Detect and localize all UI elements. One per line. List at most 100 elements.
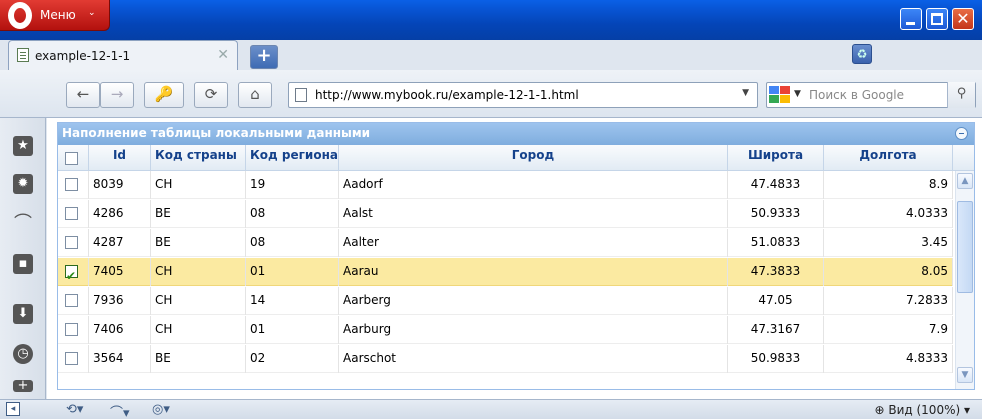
table-row[interactable]: 8039 CH 19 Aadorf 47.4833 8.9 bbox=[58, 171, 953, 199]
notes-icon[interactable]: ▪ bbox=[13, 254, 33, 274]
panel-toggle-icon[interactable]: ◂ bbox=[6, 402, 20, 416]
row-select-cell bbox=[58, 229, 89, 257]
menu-label: Меню bbox=[40, 8, 76, 22]
sync-icon[interactable]: ⟲▾ bbox=[66, 402, 83, 417]
column-header-latitude[interactable]: Широта bbox=[728, 145, 824, 171]
cell-region: 19 bbox=[246, 171, 339, 199]
address-bar[interactable]: http://www.mybook.ru/example-12-1-1.html… bbox=[288, 82, 758, 108]
cell-id: 7406 bbox=[89, 316, 151, 344]
cell-region: 08 bbox=[246, 229, 339, 257]
row-checkbox[interactable] bbox=[65, 352, 78, 365]
wand-key-button[interactable]: 🔑 bbox=[144, 82, 184, 108]
cell-longitude: 3.45 bbox=[824, 229, 953, 257]
unite-status-icon[interactable]: ⌒▾ bbox=[110, 402, 130, 419]
downloads-icon[interactable]: ⬇ bbox=[13, 304, 33, 324]
tab-example-12-1-1[interactable]: example-12-1-1 ✕ bbox=[8, 40, 238, 70]
row-select-cell bbox=[58, 258, 89, 286]
cell-region: 02 bbox=[246, 345, 339, 373]
cell-country: CH bbox=[151, 258, 246, 286]
forward-button[interactable]: → bbox=[100, 82, 134, 108]
chevron-down-icon: ▼ bbox=[794, 89, 801, 99]
row-checkbox[interactable] bbox=[65, 207, 78, 220]
cell-id: 4287 bbox=[89, 229, 151, 257]
select-all-checkbox[interactable] bbox=[65, 152, 78, 165]
column-header-id[interactable]: Id bbox=[89, 145, 151, 171]
search-engine-selector[interactable]: ▼ bbox=[769, 86, 803, 104]
reload-button[interactable]: ⟳ bbox=[194, 82, 228, 108]
select-all-header bbox=[58, 145, 89, 171]
column-header-region[interactable]: Код региона bbox=[246, 145, 339, 171]
table-row[interactable]: 4286 BE 08 Aalst 50.9333 4.0333 bbox=[58, 200, 953, 228]
grid-body: 8039 CH 19 Aadorf 47.4833 8.9 4286 BE 08… bbox=[58, 171, 974, 389]
row-select-cell bbox=[58, 287, 89, 315]
cell-longitude: 7.9 bbox=[824, 316, 953, 344]
scrollbar-thumb[interactable] bbox=[957, 201, 973, 293]
bookmarks-icon[interactable]: ★ bbox=[13, 136, 33, 156]
column-header-longitude[interactable]: Долгота bbox=[824, 145, 953, 171]
home-button[interactable]: ⌂ bbox=[238, 82, 272, 108]
history-icon[interactable]: ◷ bbox=[13, 344, 33, 364]
cell-latitude: 47.4833 bbox=[728, 171, 824, 199]
cell-city: Aarburg bbox=[339, 316, 728, 344]
page-icon bbox=[17, 48, 29, 62]
zoom-indicator[interactable]: ⊕ Вид (100%) ▾ bbox=[874, 403, 970, 417]
unite-icon[interactable]: ⌒ bbox=[13, 214, 33, 234]
tab-close-icon[interactable]: ✕ bbox=[217, 47, 229, 63]
cell-latitude: 51.0833 bbox=[728, 229, 824, 257]
row-select-cell bbox=[58, 316, 89, 344]
cell-country: BE bbox=[151, 229, 246, 257]
status-bar: ◂ ⟲▾ ⌒▾ ◎▾ ⊕ Вид (100%) ▾ bbox=[0, 399, 982, 419]
cell-city: Aadorf bbox=[339, 171, 728, 199]
table-row[interactable]: 4287 BE 08 Aalter 51.0833 3.45 bbox=[58, 229, 953, 257]
table-row-selected[interactable]: 7405 CH 01 Aarau 47.3833 8.05 bbox=[58, 258, 953, 286]
search-icon[interactable]: ⚲ bbox=[947, 82, 975, 108]
row-checkbox-checked[interactable] bbox=[65, 263, 78, 286]
address-text[interactable]: http://www.mybook.ru/example-12-1-1.html bbox=[315, 88, 579, 102]
cell-city: Aalter bbox=[339, 229, 728, 257]
address-dropdown-icon[interactable]: ▼ bbox=[742, 88, 749, 98]
row-select-cell bbox=[58, 200, 89, 228]
close-window-button[interactable]: ✕ bbox=[952, 8, 974, 30]
search-placeholder: Поиск в Google bbox=[809, 88, 905, 102]
cell-region: 14 bbox=[246, 287, 339, 315]
cell-region: 08 bbox=[246, 200, 339, 228]
tab-title: example-12-1-1 bbox=[35, 49, 131, 63]
widgets-icon[interactable]: ✹ bbox=[13, 174, 33, 194]
panel-add-icon[interactable]: + bbox=[13, 379, 33, 392]
row-checkbox[interactable] bbox=[65, 294, 78, 307]
cell-city: Aarschot bbox=[339, 345, 728, 373]
row-checkbox[interactable] bbox=[65, 178, 78, 191]
cell-latitude: 47.3833 bbox=[728, 258, 824, 286]
collapse-icon[interactable] bbox=[955, 127, 968, 140]
back-button[interactable]: ← bbox=[66, 82, 100, 108]
row-checkbox[interactable] bbox=[65, 236, 78, 249]
scroll-down-button[interactable]: ▼ bbox=[957, 367, 973, 383]
cell-longitude: 8.9 bbox=[824, 171, 953, 199]
table-row[interactable]: 3564 BE 02 Aarschot 50.9833 4.8333 bbox=[58, 345, 953, 373]
column-header-country[interactable]: Код страны bbox=[151, 145, 246, 171]
table-row[interactable]: 7406 CH 01 Aarburg 47.3167 7.9 bbox=[58, 316, 953, 344]
data-grid: Наполнение таблицы локальными данными Id… bbox=[57, 122, 975, 390]
cell-longitude: 7.2833 bbox=[824, 287, 953, 315]
grid-header: Id Код страны Код региона Город Широта Д… bbox=[58, 145, 974, 171]
column-header-city[interactable]: Город bbox=[339, 145, 728, 171]
grid-title: Наполнение таблицы локальными данными bbox=[62, 126, 371, 140]
row-checkbox[interactable] bbox=[65, 323, 78, 336]
table-row[interactable]: 7936 CH 14 Aarberg 47.05 7.2833 bbox=[58, 287, 953, 315]
zoom-label: Вид (100%) bbox=[888, 403, 961, 417]
page-icon bbox=[295, 88, 307, 102]
cell-longitude: 4.0333 bbox=[824, 200, 953, 228]
vertical-scrollbar[interactable]: ▲ ▼ bbox=[955, 171, 974, 389]
scroll-up-button[interactable]: ▲ bbox=[957, 173, 973, 189]
minimize-button[interactable] bbox=[900, 8, 922, 30]
new-tab-button[interactable]: + bbox=[250, 45, 278, 69]
menu-button[interactable]: Меню ⌄ bbox=[0, 0, 110, 31]
close-icon: ✕ bbox=[956, 9, 970, 28]
turbo-icon[interactable]: ◎▾ bbox=[152, 402, 170, 417]
cell-country: BE bbox=[151, 345, 246, 373]
search-field[interactable]: ▼ Поиск в Google ⚲ bbox=[766, 82, 976, 108]
side-panel: ★ ✹ ⌒ ▪ ⬇ ◷ + bbox=[0, 118, 46, 399]
trash-icon[interactable]: ♻ bbox=[852, 44, 872, 64]
navigation-toolbar: ← → 🔑 ⟳ ⌂ http://www.mybook.ru/example-1… bbox=[0, 70, 982, 118]
maximize-button[interactable] bbox=[926, 8, 948, 30]
